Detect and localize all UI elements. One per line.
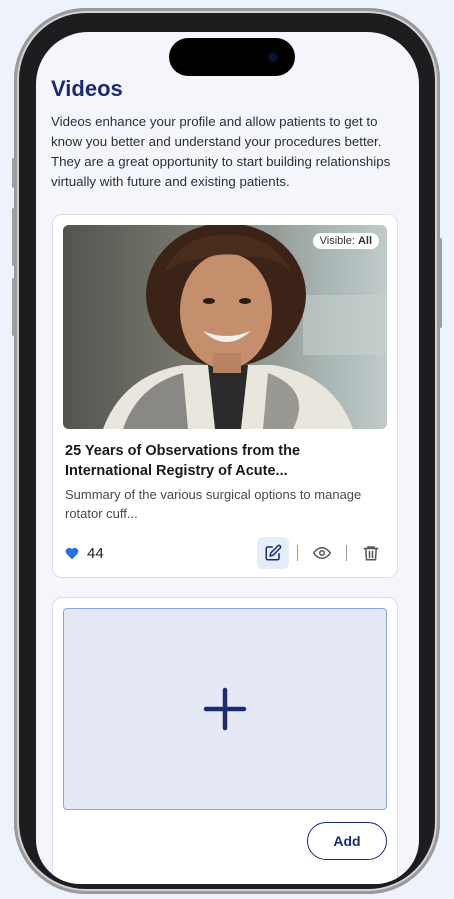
- divider: [346, 545, 347, 561]
- edit-button[interactable]: [257, 537, 289, 569]
- video-card[interactable]: Visible: All 25 Years of Observations fr…: [52, 214, 398, 578]
- action-button: [12, 158, 16, 188]
- video-summary: Summary of the various surgical options …: [65, 487, 362, 521]
- volume-up-button: [12, 208, 16, 266]
- likes-counter: 44: [65, 545, 104, 562]
- divider: [297, 545, 298, 561]
- eye-icon: [313, 546, 331, 560]
- trash-icon: [363, 546, 379, 561]
- visibility-label: Visible:: [319, 235, 355, 247]
- visibility-badge: Visible: All: [312, 233, 379, 249]
- plus-icon: [203, 687, 247, 731]
- page-description: Videos enhance your profile and allow pa…: [51, 114, 391, 189]
- app-screen: Videos Videos enhance your profile and a…: [36, 32, 419, 884]
- page-title: Videos: [51, 76, 123, 101]
- video-actions: [257, 537, 387, 569]
- dynamic-island: [169, 38, 295, 76]
- camera-icon: [267, 51, 279, 63]
- add-button[interactable]: Add: [307, 822, 387, 860]
- video-title[interactable]: 25 Years of Observations from the Intern…: [65, 441, 385, 481]
- power-button: [438, 238, 442, 328]
- edit-icon: [265, 544, 282, 561]
- upload-card: Add: [52, 597, 398, 884]
- preview-button[interactable]: [306, 537, 338, 569]
- upload-dropzone[interactable]: [63, 608, 387, 810]
- presenter-portrait-image: [63, 225, 387, 429]
- heart-icon: [65, 547, 79, 560]
- likes-count: 44: [87, 545, 104, 562]
- delete-button[interactable]: [355, 537, 387, 569]
- visibility-value: All: [357, 235, 372, 247]
- video-thumbnail[interactable]: Visible: All: [63, 225, 387, 429]
- volume-down-button: [12, 278, 16, 336]
